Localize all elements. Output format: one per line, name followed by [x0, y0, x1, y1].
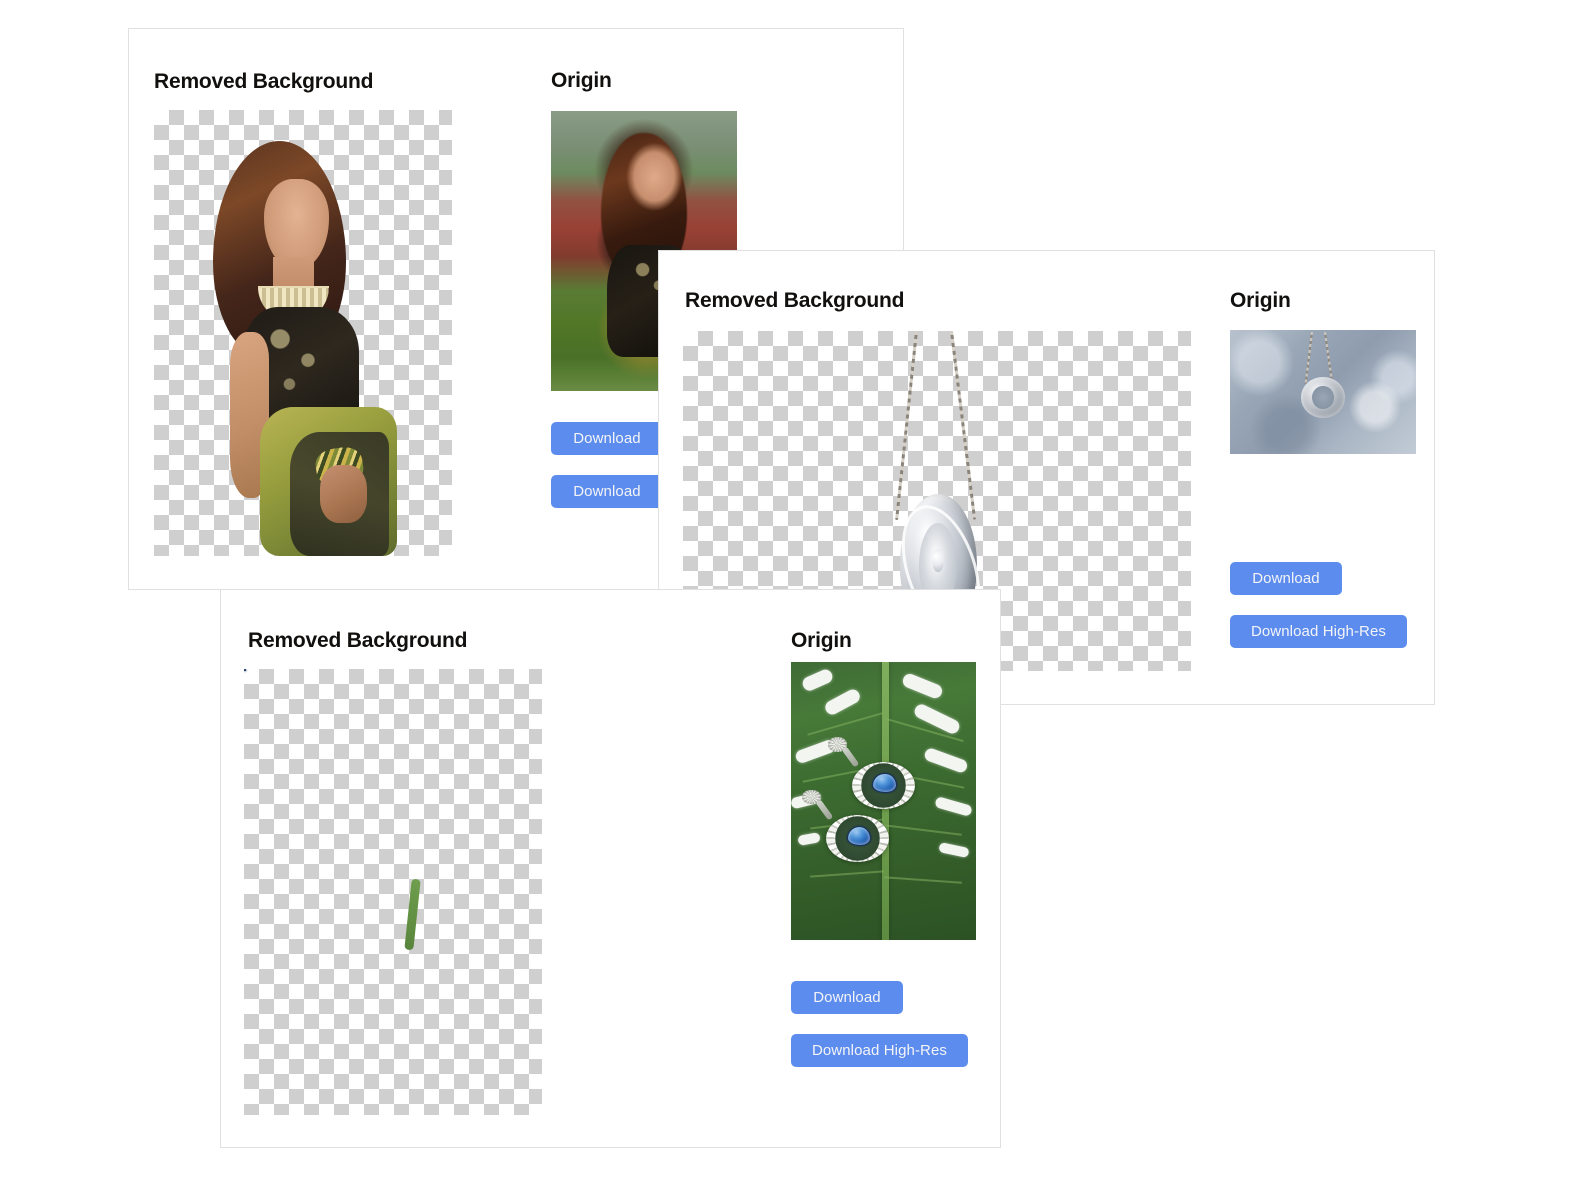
- download-high-res-button[interactable]: Download: [551, 475, 663, 508]
- earrings-cutout-image: [244, 669, 542, 1115]
- pendant-origin-image: [1230, 330, 1416, 454]
- origin-preview: [1230, 330, 1416, 454]
- download-high-res-button[interactable]: Download High-Res: [791, 1034, 968, 1067]
- result-card-earrings: Removed Background Origin Download Downl…: [220, 589, 1001, 1148]
- download-button[interactable]: Download: [791, 981, 903, 1014]
- removed-background-preview: [244, 669, 542, 1115]
- removed-background-title: Removed Background: [685, 289, 905, 312]
- download-high-res-button[interactable]: Download High-Res: [1230, 615, 1407, 648]
- removed-background-preview: [154, 110, 452, 556]
- origin-title: Origin: [791, 629, 852, 652]
- removed-background-title: Removed Background: [154, 70, 374, 93]
- download-button[interactable]: Download: [1230, 562, 1342, 595]
- earrings-origin-image: [791, 662, 976, 940]
- app-root: Removed Background Origin Download Downl…: [0, 0, 1585, 1191]
- origin-preview: [791, 662, 976, 940]
- download-button[interactable]: Download: [551, 422, 663, 455]
- portrait-cutout-image: [196, 141, 411, 556]
- origin-title: Origin: [1230, 289, 1291, 312]
- origin-title: Origin: [551, 69, 612, 92]
- removed-background-title: Removed Background: [248, 629, 468, 652]
